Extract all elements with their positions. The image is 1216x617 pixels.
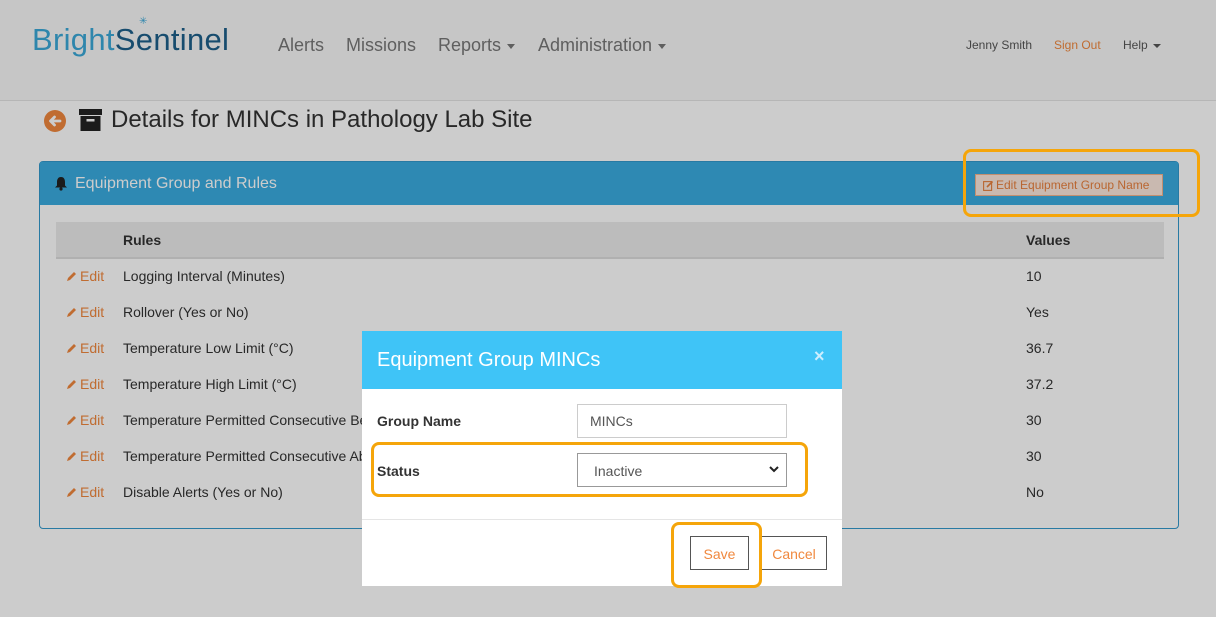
close-icon[interactable]: × xyxy=(814,346,825,367)
group-name-label: Group Name xyxy=(377,413,462,429)
modal-header: Equipment Group MINCs × xyxy=(362,331,842,389)
cancel-button[interactable]: Cancel xyxy=(761,536,827,570)
highlight-status xyxy=(371,442,808,497)
modal-title: Equipment Group MINCs xyxy=(377,349,601,371)
group-name-input[interactable] xyxy=(577,404,787,438)
highlight-edit-name xyxy=(963,149,1200,217)
highlight-save xyxy=(671,522,762,588)
